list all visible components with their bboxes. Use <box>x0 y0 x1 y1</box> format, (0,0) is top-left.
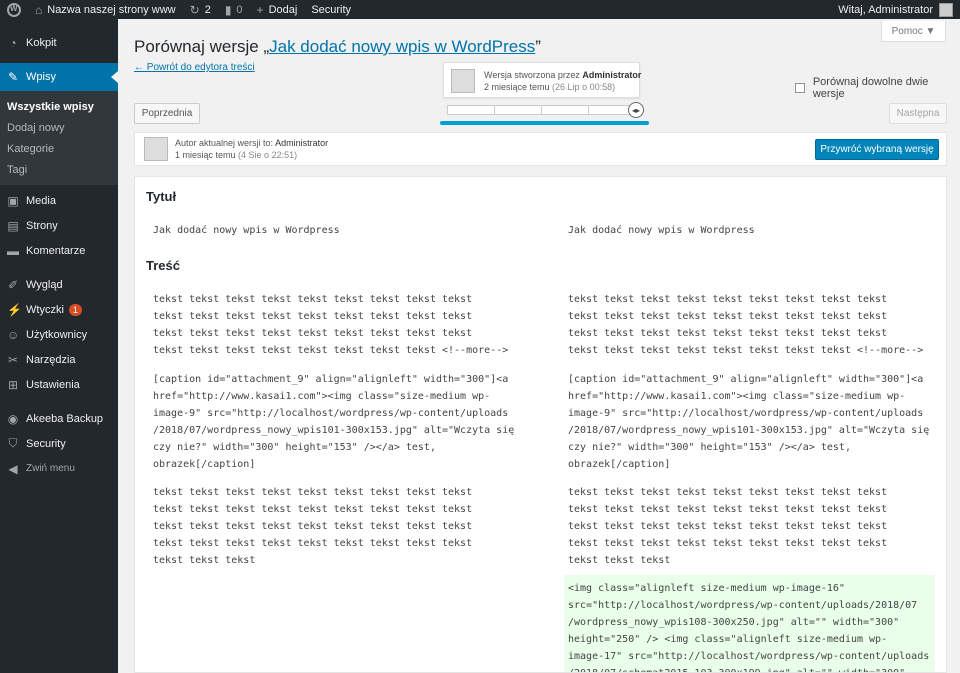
page-title: Porównaj wersje „Jak dodać nowy wpis w W… <box>134 37 541 56</box>
revisions-slider-handle[interactable]: ◂▸ <box>628 102 644 118</box>
collapse-icon: ◀ <box>8 461 18 476</box>
comment-icon: ▮ <box>224 2 232 17</box>
updates-icon: ↻ <box>189 2 200 17</box>
left-title-text: Jak dodać nowy wpis w Wordpress <box>153 225 340 236</box>
sidebar-item-posts[interactable]: ✎ Wpisy <box>0 63 118 91</box>
submenu-tags[interactable]: Tagi <box>0 159 118 180</box>
wordpress-logo-icon <box>7 2 21 17</box>
submenu-all-posts[interactable]: Wszystkie wpisy <box>0 96 118 117</box>
plugin-icon: ⚡ <box>7 302 22 317</box>
comments-link[interactable]: ▮ 0 <box>218 0 250 19</box>
comment-icon: ▬ <box>7 243 19 258</box>
home-icon: ⌂ <box>35 2 43 17</box>
revision-diff: Tytuł Jak dodać nowy wpis w Wordpress Ja… <box>134 176 947 673</box>
settings-icon: ⊞ <box>7 377 19 392</box>
left-content-block: [caption id="attachment_9" align="alignl… <box>153 374 515 470</box>
drag-arrows-icon: ◂▸ <box>631 105 641 115</box>
site-name-link[interactable]: ⌂ Nazwa naszej strony www <box>28 0 183 19</box>
admin-sidebar: ◔ Kokpit ✎ Wpisy Wszystkie wpisy Dodaj now… <box>0 19 118 673</box>
sidebar-item-media[interactable]: ▣ Media <box>0 188 118 213</box>
compare-any-toggle[interactable]: Porównaj dowolne dwie wersje <box>795 76 960 100</box>
avatar <box>451 69 475 93</box>
sidebar-item-comments[interactable]: ▬ Komentarze <box>0 238 118 263</box>
current-revision-author: Autor aktualnej wersji to: Administrator… <box>134 132 947 166</box>
slider-tick <box>541 106 542 114</box>
avatar <box>939 2 953 17</box>
my-account-menu[interactable]: Witaj, Administrator <box>831 0 960 19</box>
right-content-block: tekst tekst tekst tekst tekst tekst teks… <box>568 294 924 356</box>
restore-revision-button[interactable]: Przywróć wybraną wersję <box>815 139 939 160</box>
content-diff-heading: Treść <box>146 258 180 273</box>
dashboard-icon: ◔ <box>9 35 17 50</box>
wrench-icon: ✂ <box>7 352 19 367</box>
sidebar-item-users[interactable]: ☺ Użytkownicy <box>0 322 118 347</box>
next-button[interactable]: Następna <box>889 103 947 124</box>
media-icon: ▣ <box>7 193 19 208</box>
users-icon: ☺ <box>7 327 20 342</box>
page-icon: ▤ <box>7 218 19 233</box>
title-diff-heading: Tytuł <box>146 189 177 204</box>
revisions-slider-bar <box>440 121 649 125</box>
sidebar-item-plugins[interactable]: ⚡ Wtyczki 1 <box>0 297 118 322</box>
right-added-block: <img class="alignleft size-medium wp-ima… <box>568 583 930 672</box>
revision-tooltip: Wersja stworzona przez Administrator 2 m… <box>443 62 641 98</box>
brush-icon: ✐ <box>7 277 19 292</box>
revisions-slider-track[interactable] <box>447 105 633 115</box>
sidebar-item-security[interactable]: ⛉ Security <box>0 431 118 456</box>
posts-submenu: Wszystkie wpisy Dodaj nowy Kategorie Tag… <box>0 91 118 185</box>
right-content-block: [caption id="attachment_9" align="alignl… <box>568 374 930 470</box>
sidebar-item-settings[interactable]: ⊞ Ustawienia <box>0 372 118 397</box>
submenu-categories[interactable]: Kategorie <box>0 138 118 159</box>
shield-icon: ⛉ <box>8 436 18 450</box>
plugin-update-badge: 1 <box>68 303 82 316</box>
plus-icon: + <box>256 2 264 17</box>
left-content-block: tekst tekst tekst tekst tekst tekst teks… <box>153 487 473 566</box>
left-content-block: tekst tekst tekst tekst tekst tekst teks… <box>153 294 509 356</box>
previous-button[interactable]: Poprzednia <box>134 103 200 124</box>
sidebar-item-dashboard[interactable]: ◔ Kokpit <box>0 30 118 55</box>
admin-bar: ⌂Nazwa naszej strony www ↻2 ▮0 +Dodaj Se… <box>0 0 960 19</box>
compare-any-checkbox[interactable] <box>795 83 805 93</box>
collapse-menu-button[interactable]: ◀ Zwiń menu <box>0 456 118 481</box>
sidebar-item-pages[interactable]: ▤ Strony <box>0 213 118 238</box>
updates-link[interactable]: ↻ 2 <box>183 0 218 19</box>
post-title-link[interactable]: Jak dodać nowy wpis w WordPress <box>269 37 535 56</box>
pin-icon: ✎ <box>7 70 19 84</box>
sidebar-item-appearance[interactable]: ✐ Wygląd <box>0 272 118 297</box>
sidebar-item-tools[interactable]: ✂ Narzędzia <box>0 347 118 372</box>
avatar <box>144 137 168 161</box>
help-tab-button[interactable]: Pomoc ▼ <box>881 21 946 42</box>
back-to-editor-link[interactable]: ← Powrót do edytora treści <box>134 62 255 73</box>
add-new-menu[interactable]: + Dodaj <box>250 0 305 19</box>
slider-tick <box>588 106 589 114</box>
slider-tick <box>494 106 495 114</box>
sidebar-item-akeeba-backup[interactable]: ◉ Akeeba Backup <box>0 406 118 431</box>
wp-logo-menu[interactable] <box>0 0 28 19</box>
backup-icon: ◉ <box>7 411 19 426</box>
security-menu[interactable]: Security <box>304 0 358 19</box>
submenu-add-new[interactable]: Dodaj nowy <box>0 117 118 138</box>
right-content-block: tekst tekst tekst tekst tekst tekst teks… <box>568 487 888 566</box>
right-title-text: Jak dodać nowy wpis w Wordpress <box>568 225 755 236</box>
